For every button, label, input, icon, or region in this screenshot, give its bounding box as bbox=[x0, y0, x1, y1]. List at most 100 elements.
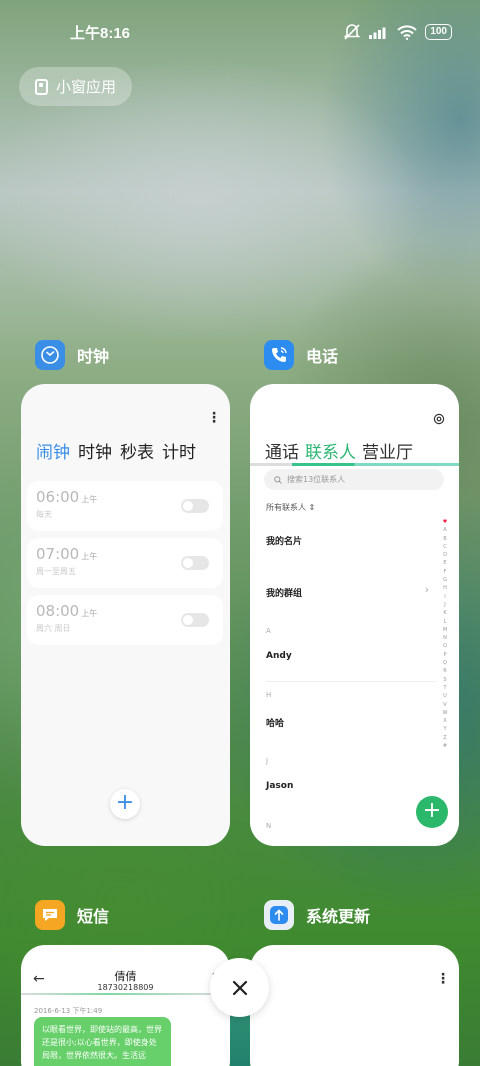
alpha-index-letter[interactable]: K bbox=[441, 609, 449, 617]
alpha-index-letter[interactable]: P bbox=[441, 651, 449, 659]
alpha-index-letter[interactable]: G bbox=[441, 576, 449, 584]
phone-app-card[interactable]: 通话 联系人 营业厅 搜索13位联系人 所有联系人 ⇕ 我的名片 我的群组 › … bbox=[250, 384, 459, 846]
add-contact-button[interactable]: + bbox=[416, 796, 448, 828]
section-letter: N bbox=[266, 822, 272, 830]
favorites-heart-icon: ♥ bbox=[442, 519, 448, 525]
alpha-index-letter[interactable]: M bbox=[441, 626, 449, 634]
phone-app-header[interactable]: 电话 bbox=[264, 340, 338, 370]
status-icons: 100 bbox=[343, 24, 452, 40]
alpha-index-letter[interactable]: A bbox=[441, 526, 449, 534]
alpha-index-letter[interactable]: B bbox=[441, 535, 449, 543]
message-bubble: 以眼看世界，即使站的最高，世界还是很小;以心看世界，即使身处局限，世界依然很大。… bbox=[34, 1017, 171, 1066]
tab-underline bbox=[250, 463, 459, 466]
battery-indicator: 100 bbox=[425, 24, 452, 40]
alarm-repeat: 周一至周五 bbox=[36, 567, 76, 576]
search-icon bbox=[274, 475, 282, 484]
alarm-item[interactable]: 08:00 上午 周六 周日 bbox=[27, 595, 223, 645]
alpha-index-letter[interactable]: U bbox=[441, 692, 449, 700]
my-groups[interactable]: 我的群组 bbox=[266, 586, 302, 599]
tab-stopwatch[interactable]: 秒表 bbox=[120, 438, 154, 463]
tab-service-hall[interactable]: 营业厅 bbox=[362, 438, 413, 463]
alpha-index-letter[interactable]: T bbox=[441, 684, 449, 692]
sms-contact-number: 18730218809 bbox=[97, 983, 154, 992]
add-alarm-button[interactable]: + bbox=[110, 789, 140, 819]
alpha-index-letter[interactable]: N bbox=[441, 634, 449, 642]
alarm-time: 06:00 上午 bbox=[36, 488, 98, 506]
alarm-time: 07:00 上午 bbox=[36, 545, 98, 563]
clock-app-header[interactable]: 时钟 bbox=[35, 340, 109, 370]
contact-item[interactable]: Andy bbox=[266, 651, 292, 661]
status-bar: 上午8:16 100 bbox=[0, 0, 480, 66]
sms-app-header[interactable]: 短信 bbox=[35, 900, 109, 930]
my-card[interactable]: 我的名片 bbox=[266, 534, 302, 547]
contacts-filter[interactable]: 所有联系人 ⇕ bbox=[266, 502, 315, 513]
alphabet-index[interactable]: ♥ A B C D E F G H I J K L M N O P Q R S T U V W X Y Z # bbox=[441, 518, 449, 750]
contact-item[interactable]: Jason bbox=[266, 781, 293, 791]
alarm-item[interactable]: 06:00 上午 每天 bbox=[27, 481, 223, 531]
alpha-index-letter[interactable]: # bbox=[441, 742, 449, 750]
clock-more-icon[interactable]: ⋮ bbox=[207, 410, 221, 426]
alpha-index-letter[interactable]: F bbox=[441, 568, 449, 576]
clock-app-card[interactable]: ⋮ 闹钟 时钟 秒表 计时 06:00 上午 每天 07:00 上午 周一至周五 0… bbox=[21, 384, 230, 846]
small-window-icon bbox=[35, 78, 48, 95]
section-letter: A bbox=[266, 627, 271, 635]
update-app-header[interactable]: 系统更新 bbox=[264, 900, 370, 930]
search-placeholder: 搜索13位联系人 bbox=[287, 475, 346, 484]
status-time: 上午8:16 bbox=[70, 25, 131, 42]
alpha-index-letter[interactable]: O bbox=[441, 642, 449, 650]
alarm-item[interactable]: 07:00 上午 周一至周五 bbox=[27, 538, 223, 588]
alpha-index-letter[interactable]: W bbox=[441, 709, 449, 717]
alarm-toggle[interactable] bbox=[181, 613, 209, 627]
alarm-toggle[interactable] bbox=[181, 499, 209, 513]
tab-contacts[interactable]: 联系人 bbox=[305, 438, 356, 463]
alpha-index-letter[interactable]: Q bbox=[441, 659, 449, 667]
phone-tabs: 通话 联系人 营业厅 bbox=[265, 438, 413, 463]
update-app-card[interactable]: ⋮ bbox=[250, 945, 459, 1066]
alpha-index-letter[interactable]: I bbox=[441, 593, 449, 601]
alarm-repeat: 周六 周日 bbox=[36, 624, 71, 633]
alarm-toggle[interactable] bbox=[181, 556, 209, 570]
small-window-button[interactable]: 小窗应用 bbox=[19, 67, 132, 106]
contact-item[interactable]: 哈哈 bbox=[266, 716, 284, 729]
clock-tabs: 闹钟 时钟 秒表 计时 bbox=[36, 438, 196, 463]
section-letter: H bbox=[266, 691, 272, 699]
sort-icon: ⇕ bbox=[308, 503, 316, 512]
alpha-index-letter[interactable]: Z bbox=[441, 734, 449, 742]
tab-calls[interactable]: 通话 bbox=[265, 438, 299, 463]
clear-all-button[interactable] bbox=[210, 958, 269, 1017]
alpha-index-letter[interactable]: E bbox=[441, 559, 449, 567]
close-icon bbox=[232, 980, 247, 995]
alpha-index-letter[interactable]: Y bbox=[441, 725, 449, 733]
vibrate-off-icon bbox=[343, 24, 361, 40]
clock-app-name: 时钟 bbox=[77, 347, 110, 366]
alarm-time: 08:00 上午 bbox=[36, 602, 98, 620]
section-letter: J bbox=[266, 757, 269, 765]
wifi-icon bbox=[397, 24, 418, 40]
alpha-index-letter[interactable]: D bbox=[441, 551, 449, 559]
tab-clock[interactable]: 时钟 bbox=[78, 438, 112, 463]
chevron-right-icon: › bbox=[424, 583, 429, 596]
clock-app-icon bbox=[35, 340, 65, 370]
sms-app-card[interactable]: ← 倩倩 18730218809 ⋮ 2016-6-13 下午1:49 以眼看世… bbox=[21, 945, 230, 1066]
alpha-index-letter[interactable]: S bbox=[441, 676, 449, 684]
phone-app-icon bbox=[264, 340, 294, 370]
alpha-index-letter[interactable]: C bbox=[441, 543, 449, 551]
update-more-icon[interactable]: ⋮ bbox=[436, 971, 450, 987]
alpha-index-letter[interactable]: J bbox=[441, 601, 449, 609]
alpha-index-letter[interactable]: X bbox=[441, 717, 449, 725]
alpha-index-letter[interactable]: R bbox=[441, 667, 449, 675]
signal-icon bbox=[369, 27, 386, 39]
alarm-repeat: 每天 bbox=[36, 510, 52, 519]
sms-app-icon bbox=[35, 900, 65, 930]
sms-app-name: 短信 bbox=[77, 907, 110, 926]
tab-alarm[interactable]: 闹钟 bbox=[36, 438, 70, 463]
alpha-index-letter[interactable]: V bbox=[441, 701, 449, 709]
sms-underline bbox=[21, 993, 230, 995]
phone-app-name: 电话 bbox=[306, 347, 339, 366]
contact-search-input[interactable]: 搜索13位联系人 bbox=[264, 469, 444, 490]
alpha-index-letter[interactable]: H bbox=[441, 584, 449, 592]
alpha-index-letter[interactable]: L bbox=[441, 618, 449, 626]
tab-timer[interactable]: 计时 bbox=[162, 438, 196, 463]
settings-icon[interactable] bbox=[433, 413, 445, 425]
small-window-label: 小窗应用 bbox=[56, 78, 117, 96]
